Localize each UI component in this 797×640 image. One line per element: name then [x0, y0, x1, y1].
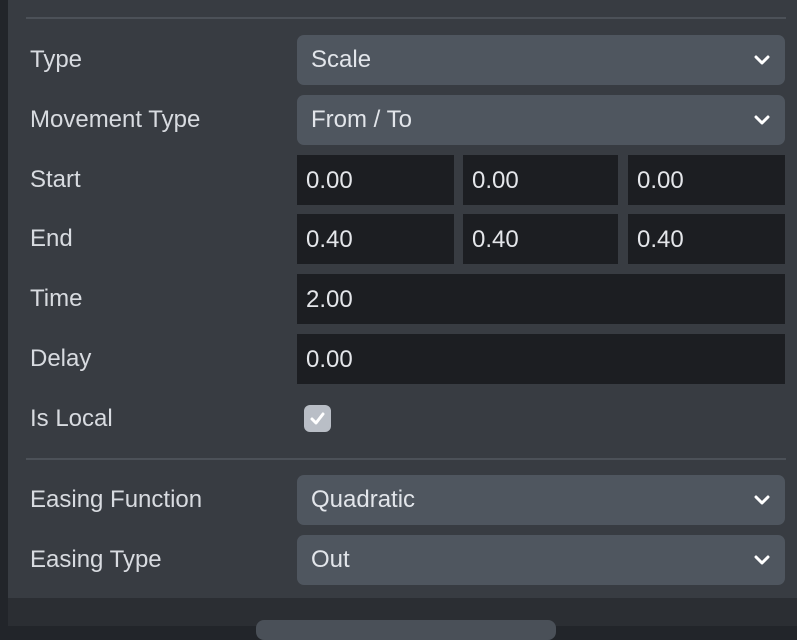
chevron-down-icon [754, 115, 770, 125]
bottom-action-button[interactable] [256, 620, 556, 640]
movement-type-value: From / To [311, 106, 412, 133]
chevron-down-icon [754, 555, 770, 565]
is-local-checkbox[interactable] [304, 405, 331, 432]
top-divider [26, 17, 786, 19]
type-dropdown[interactable]: Scale [297, 35, 785, 85]
start-label: Start [30, 166, 81, 193]
end-z-field[interactable]: 0.40 [628, 214, 785, 264]
checkmark-icon [310, 412, 325, 425]
end-label: End [30, 225, 73, 252]
start-y-field[interactable]: 0.00 [463, 155, 618, 205]
easing-type-dropdown[interactable]: Out [297, 535, 785, 585]
movement-type-dropdown[interactable]: From / To [297, 95, 785, 145]
easing-function-dropdown[interactable]: Quadratic [297, 475, 785, 525]
easing-function-label: Easing Function [30, 486, 203, 513]
type-value: Scale [311, 46, 372, 73]
chevron-down-icon [754, 55, 770, 65]
easing-type-label: Easing Type [30, 546, 162, 573]
type-label: Type [30, 46, 83, 73]
start-z-field[interactable]: 0.00 [628, 155, 785, 205]
start-x-field[interactable]: 0.00 [297, 155, 454, 205]
time-label: Time [30, 285, 83, 312]
delay-label: Delay [30, 345, 92, 372]
movement-type-label: Movement Type [30, 106, 201, 133]
time-field[interactable]: 2.00 [297, 274, 785, 324]
easing-type-value: Out [311, 546, 350, 573]
easing-function-value: Quadratic [311, 486, 416, 513]
end-x-field[interactable]: 0.40 [297, 214, 454, 264]
inspector-frame: Type Scale Movement Type From / To Start… [0, 0, 797, 640]
end-y-field[interactable]: 0.40 [463, 214, 618, 264]
section-divider [26, 458, 786, 460]
delay-field[interactable]: 0.00 [297, 334, 785, 384]
is-local-label: Is Local [30, 405, 113, 432]
chevron-down-icon [754, 495, 770, 505]
